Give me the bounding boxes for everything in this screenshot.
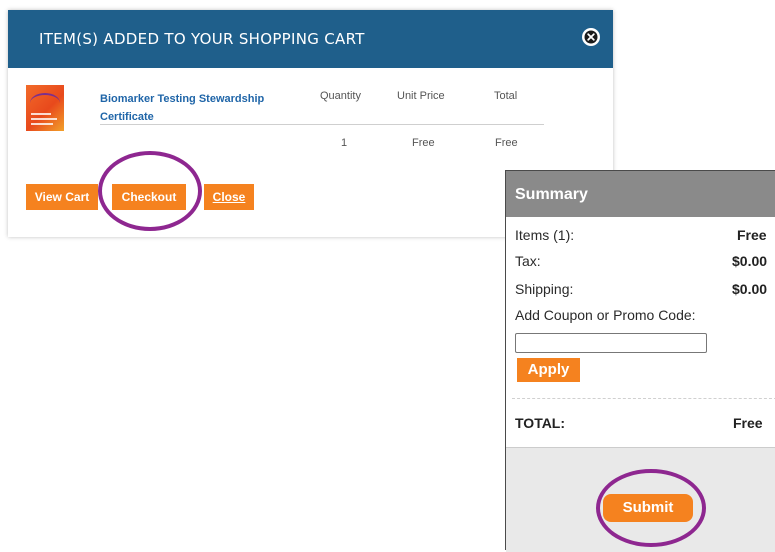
items-label: Items (1): [515, 227, 575, 243]
promo-code-label: Add Coupon or Promo Code: [515, 307, 696, 323]
checkout-button[interactable]: Checkout [112, 184, 186, 210]
close-circle-icon[interactable] [582, 28, 600, 46]
apply-button[interactable]: Apply [517, 358, 580, 382]
summary-title: Summary [515, 186, 588, 203]
product-name-link[interactable]: Biomarker Testing Stewardship Certificat… [100, 90, 300, 126]
items-value: Free [737, 227, 767, 243]
product-thumbnail [26, 85, 64, 131]
unit-price-column-header: Unit Price [397, 90, 445, 102]
promo-code-input[interactable] [515, 333, 707, 353]
modal-header: ITEM(S) ADDED TO YOUR SHOPPING CART [8, 10, 613, 68]
summary-divider [512, 398, 775, 399]
summary-header: Summary [506, 171, 775, 217]
total-value: Free [495, 137, 518, 149]
view-cart-button[interactable]: View Cart [26, 184, 98, 210]
order-summary-panel: Summary Items (1): Free Tax: $0.00 Shipp… [505, 170, 775, 552]
shipping-label: Shipping: [515, 281, 574, 297]
close-button[interactable]: Close [204, 184, 254, 210]
unit-price-value: Free [412, 137, 435, 149]
quantity-value: 1 [341, 137, 348, 149]
modal-title: ITEM(S) ADDED TO YOUR SHOPPING CART [39, 30, 365, 48]
total-column-header: Total [494, 90, 518, 102]
tax-value: $0.00 [732, 253, 768, 269]
total-label: TOTAL: [515, 415, 566, 431]
table-divider [100, 124, 544, 125]
tax-label: Tax: [515, 253, 541, 269]
shipping-value: $0.00 [732, 281, 768, 297]
submit-button[interactable]: Submit [603, 494, 693, 522]
total-amount: Free [733, 415, 763, 431]
quantity-column-header: Quantity [320, 90, 361, 102]
